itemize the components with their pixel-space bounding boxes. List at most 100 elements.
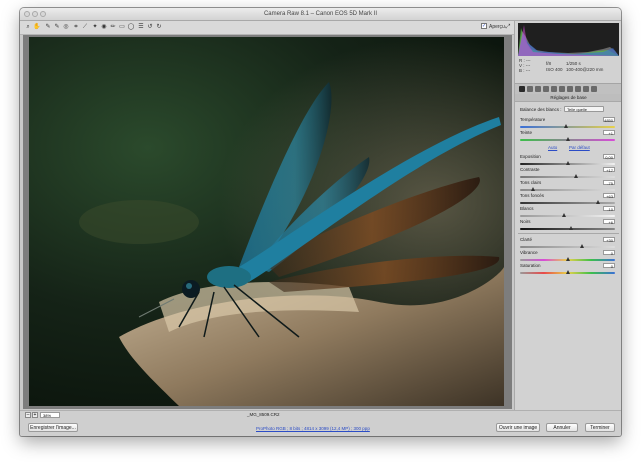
blue-value: ---	[525, 68, 531, 73]
contrast-label: Contraste	[520, 167, 540, 172]
zoom-out-button[interactable]: –	[25, 412, 31, 418]
tint-thumb[interactable]	[566, 137, 570, 141]
whites-slider[interactable]	[520, 213, 615, 217]
default-link[interactable]: Par défaut	[569, 145, 590, 150]
temperature-slider[interactable]	[520, 124, 615, 128]
tab-tone-curve-icon[interactable]	[527, 86, 533, 92]
blacks-slider[interactable]	[520, 226, 615, 230]
tab-snapshots-icon[interactable]	[591, 86, 597, 92]
tint-label: Teinte	[520, 130, 533, 135]
tab-split-toning-icon[interactable]	[551, 86, 557, 92]
divider	[518, 233, 619, 234]
highlights-thumb[interactable]	[531, 187, 535, 191]
tab-presets-icon[interactable]	[583, 86, 589, 92]
saturation-slider[interactable]	[520, 270, 615, 274]
tab-basic-icon[interactable]	[519, 86, 525, 92]
vibrance-row: Vibrance 0	[520, 250, 618, 256]
minimize-window-button[interactable]	[32, 11, 38, 17]
preferences-icon[interactable]: ☰	[137, 23, 145, 31]
rotate-left-icon[interactable]: ↺	[146, 23, 154, 31]
shadows-row: Tons foncés +63	[520, 193, 618, 199]
highlights-label: Tons clairs	[520, 180, 542, 185]
zoom-icon[interactable]: ⌕	[24, 23, 32, 31]
shadows-thumb[interactable]	[596, 200, 600, 204]
vibrance-thumb[interactable]	[566, 257, 570, 261]
temperature-label: Température	[520, 117, 546, 122]
temperature-field[interactable]: 4850	[603, 117, 615, 123]
vibrance-label: Vibrance	[520, 250, 538, 255]
blacks-field[interactable]: +6	[603, 219, 615, 225]
contrast-field[interactable]: +17	[603, 167, 615, 173]
contrast-slider[interactable]	[520, 174, 615, 178]
saturation-label: Saturation	[520, 263, 541, 268]
highlights-slider[interactable]	[520, 187, 615, 191]
crop-icon[interactable]: ⌗	[72, 23, 80, 31]
radial-filter-icon[interactable]: ◯	[127, 23, 135, 31]
eyedropper-icon[interactable]: ✎	[44, 23, 52, 31]
temperature-thumb[interactable]	[564, 124, 568, 128]
white-balance-row: Balance des blancs : Telle quelle	[520, 106, 618, 112]
rotate-right-icon[interactable]: ↻	[155, 23, 163, 31]
cancel-button[interactable]: Annuler	[546, 423, 578, 432]
blacks-thumb[interactable]	[569, 226, 573, 230]
zoom-window-button[interactable]	[40, 11, 46, 17]
vibrance-field[interactable]: 0	[603, 250, 615, 256]
fullscreen-icon[interactable]: ⤢	[504, 23, 512, 31]
whites-thumb[interactable]	[562, 213, 566, 217]
bottom-bar: – + 38% _MG_8509.CR2 Enregistrer l'image…	[20, 410, 621, 436]
camera-raw-window: Camera Raw 8.1 – Canon EOS 5D Mark II ⌕ …	[20, 8, 621, 436]
tab-effects-icon[interactable]	[567, 86, 573, 92]
saturation-field[interactable]: 0	[603, 263, 615, 269]
tab-hsl-icon[interactable]	[543, 86, 549, 92]
clarity-thumb[interactable]	[580, 244, 584, 248]
section-title: Réglages de base	[515, 94, 621, 102]
exposure-field[interactable]: 0,00	[603, 154, 615, 160]
lens: 100-400@220 mm	[566, 67, 604, 72]
zoom-in-button[interactable]: +	[32, 412, 38, 418]
rgb-readout: R : --- V : --- B : ---	[519, 58, 531, 73]
exposure-row: Exposition 0,00	[520, 154, 618, 160]
clarity-label: Clarté	[520, 237, 533, 242]
open-image-button[interactable]: Ouvrir une image	[496, 423, 540, 432]
clarity-row: Clarté +30	[520, 237, 618, 243]
photo-preview[interactable]	[29, 37, 504, 406]
tab-camera-calibration-icon[interactable]	[575, 86, 581, 92]
shadows-slider[interactable]	[520, 200, 615, 204]
save-image-button[interactable]: Enregistrer l'image...	[28, 423, 78, 432]
contrast-thumb[interactable]	[574, 174, 578, 178]
zoom-level-select[interactable]: 38%	[40, 412, 60, 418]
preview-label: Aperçu	[489, 24, 505, 30]
tint-slider[interactable]	[520, 137, 615, 141]
auto-link[interactable]: Auto	[548, 145, 557, 150]
whites-field[interactable]: -10	[603, 206, 615, 212]
exposure-thumb[interactable]	[566, 161, 570, 165]
spot-removal-icon[interactable]: ✦	[91, 23, 99, 31]
workflow-options-link[interactable]: ProPhoto RGB ; 8 bits ; 4814 x 3099 (12,…	[256, 426, 370, 431]
saturation-thumb[interactable]	[566, 270, 570, 274]
adjust-brush-icon[interactable]: ✏	[109, 23, 117, 31]
preview-area	[23, 35, 512, 409]
tint-field[interactable]: +1	[603, 130, 615, 136]
exposure-slider[interactable]	[520, 161, 615, 165]
saturation-row: Saturation 0	[520, 263, 618, 269]
tab-detail-icon[interactable]	[535, 86, 541, 92]
tab-lens-icon[interactable]	[559, 86, 565, 92]
red-eye-icon[interactable]: ◉	[100, 23, 108, 31]
clarity-slider[interactable]	[520, 244, 615, 248]
preview-checkbox[interactable]: ✓	[481, 23, 487, 29]
highlights-row: Tons clairs -75	[520, 180, 618, 186]
clarity-field[interactable]: +30	[603, 237, 615, 243]
hand-icon[interactable]: ✋	[33, 23, 41, 31]
done-button[interactable]: Terminer	[585, 423, 615, 432]
straighten-icon[interactable]: ⟋	[81, 23, 89, 31]
close-window-button[interactable]	[24, 11, 30, 17]
vibrance-slider[interactable]	[520, 257, 615, 261]
blacks-label: Noirs	[520, 219, 531, 224]
graduated-filter-icon[interactable]: ▭	[118, 23, 126, 31]
settings-panel: R : --- V : --- B : --- f/8 1/250 s ISO …	[514, 21, 621, 410]
shadows-field[interactable]: +63	[603, 193, 615, 199]
highlights-field[interactable]: -75	[603, 180, 615, 186]
white-balance-select[interactable]: Telle quelle	[564, 106, 604, 112]
target-adjust-icon[interactable]: ◎	[62, 23, 70, 31]
color-sampler-icon[interactable]: ✎	[53, 23, 61, 31]
